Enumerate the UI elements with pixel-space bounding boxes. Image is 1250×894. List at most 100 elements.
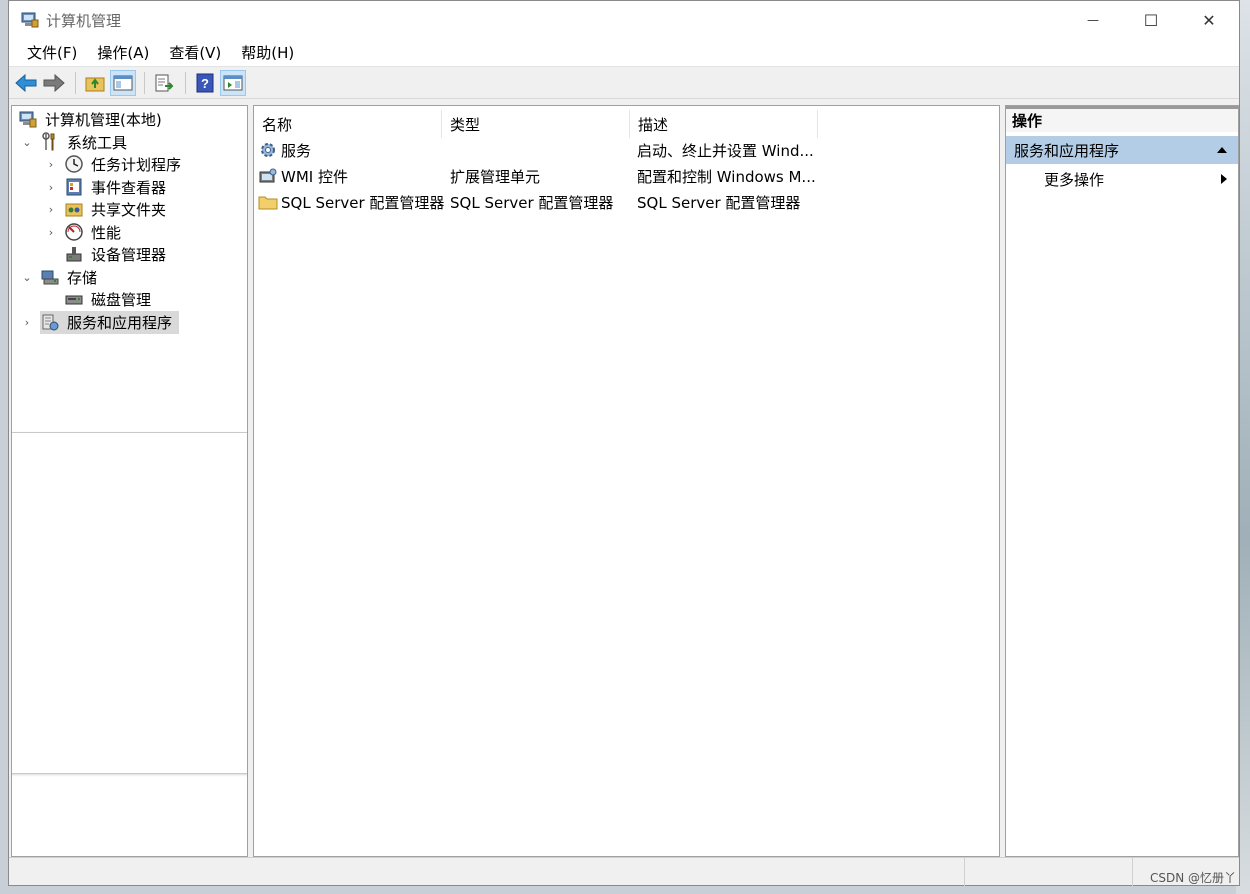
row-type: SQL Server 配置管理器 [450, 193, 614, 212]
tree-item-label: 存储 [67, 268, 98, 287]
more-actions-label: 更多操作 [1044, 170, 1105, 189]
row-description: SQL Server 配置管理器 [637, 193, 801, 212]
expand-chevron-icon[interactable]: › [44, 226, 58, 239]
tree-item-storage[interactable]: ⌄ 存储 [20, 266, 100, 288]
forward-button[interactable] [41, 70, 67, 96]
storage-icon [41, 270, 59, 285]
submenu-arrow-icon [1221, 174, 1227, 184]
actions-section-services-and-applications[interactable]: 服务和应用程序 [1006, 136, 1238, 164]
actions-header: 操作 [1006, 106, 1238, 132]
cell-name: SQL Server 配置管理器 [258, 189, 446, 215]
menu-file[interactable]: 文件(F) [17, 42, 87, 63]
row-type: 扩展管理单元 [450, 167, 541, 186]
tree-item-label: 计算机管理(本地) [45, 110, 162, 129]
column-header-label: 类型 [450, 115, 481, 134]
close-icon: ✕ [1202, 10, 1216, 30]
tree-item-disk-management[interactable]: 磁盘管理 [44, 288, 154, 310]
services-apps-icon [42, 314, 59, 331]
cell-type: 扩展管理单元 [450, 163, 630, 189]
toolbar-separator [75, 71, 76, 94]
folder-up-icon [85, 77, 105, 91]
tree-item-label: 系统工具 [67, 133, 128, 152]
collapse-triangle-icon[interactable] [1216, 146, 1228, 154]
cell-description: 启动、终止并设置 Wind... [637, 137, 817, 163]
cell-description: SQL Server 配置管理器 [637, 189, 817, 215]
tree-item-device-manager[interactable]: 设备管理器 [44, 243, 169, 265]
tree-item-computer-management[interactable]: 计算机管理(本地) [18, 108, 165, 130]
cell-name: 服务 [258, 137, 442, 163]
minimize-button[interactable]: — [1064, 1, 1122, 39]
column-header-description[interactable]: 描述 [630, 110, 818, 138]
expand-chevron-icon[interactable]: › [44, 203, 58, 216]
pane-overlay-artifact [12, 432, 247, 774]
column-header-label: 名称 [262, 115, 293, 134]
export-list-icon [155, 74, 174, 91]
column-header-type[interactable]: 类型 [442, 110, 630, 138]
toolbar-separator [185, 71, 186, 94]
disk-management-icon [65, 295, 83, 305]
list-row-wmi-control[interactable]: WMI 控件 扩展管理单元 配置和控制 Windows M... [258, 163, 998, 189]
device-manager-icon [66, 247, 82, 262]
row-name: 服务 [281, 141, 312, 160]
tree-item-system-tools[interactable]: ⌄ 系统工具 [20, 131, 130, 153]
list-row-services[interactable]: 服务 启动、终止并设置 Wind... [258, 137, 998, 163]
tree-item-label: 设备管理器 [91, 245, 167, 264]
window-title: 计算机管理 [46, 12, 122, 30]
tree-item-event-viewer[interactable]: › 事件查看器 [44, 176, 169, 198]
more-actions-item[interactable]: 更多操作 [1006, 164, 1238, 194]
toolbar-separator [144, 71, 145, 94]
maximize-button[interactable]: ☐ [1122, 1, 1180, 39]
status-segment [9, 858, 965, 886]
computer-management-app-icon [21, 12, 39, 28]
clock-icon [65, 155, 83, 173]
wmi-icon [259, 168, 277, 183]
show-hide-console-tree-button[interactable] [110, 69, 136, 96]
back-arrow-icon [15, 73, 37, 92]
maximize-icon: ☐ [1143, 10, 1159, 30]
back-button[interactable] [13, 70, 39, 96]
cell-type [450, 137, 630, 163]
expand-chevron-icon[interactable]: › [44, 158, 58, 171]
computer-management-window: 计算机管理 — ☐ ✕ 文件(F) 操作(A) 查看(V) 帮助(H) ? 计算… [8, 0, 1240, 886]
tree-item-label: 共享文件夹 [91, 200, 167, 219]
tree-item-task-scheduler[interactable]: › 任务计划程序 [44, 153, 184, 175]
watermark-text: CSDN @忆册丫 [1149, 871, 1236, 885]
expand-chevron-icon[interactable]: › [44, 181, 58, 194]
menu-action[interactable]: 操作(A) [87, 42, 159, 63]
status-bar [9, 857, 1239, 886]
folder-icon [258, 196, 278, 210]
cell-name: WMI 控件 [258, 163, 442, 189]
status-segment [965, 858, 1133, 886]
tree-item-label: 服务和应用程序 [67, 313, 173, 332]
tree-item-performance[interactable]: › 性能 [44, 221, 124, 243]
tree-item-shared-folders[interactable]: › 共享文件夹 [44, 198, 169, 220]
column-header-name[interactable]: 名称 [254, 110, 442, 138]
toolbar: ? [9, 67, 1239, 99]
tree-item-label: 性能 [91, 223, 122, 242]
help-button[interactable]: ? [192, 70, 218, 96]
up-level-button[interactable] [82, 70, 108, 96]
collapse-chevron-icon[interactable]: ⌄ [20, 136, 34, 149]
collapse-chevron-icon[interactable]: ⌄ [20, 271, 34, 284]
row-description: 启动、终止并设置 Wind... [637, 141, 814, 160]
expand-chevron-icon[interactable]: › [20, 316, 34, 329]
close-button[interactable]: ✕ [1180, 1, 1238, 39]
row-name: SQL Server 配置管理器 [281, 193, 445, 212]
performance-icon [65, 223, 83, 241]
list-row-sql-server-config[interactable]: SQL Server 配置管理器 SQL Server 配置管理器 SQL Se… [258, 189, 998, 215]
actions-section-label: 服务和应用程序 [1014, 141, 1120, 160]
show-hide-action-pane-button[interactable] [220, 69, 246, 96]
tree-item-services-and-applications[interactable]: › 服务和应用程序 [20, 310, 180, 334]
console-tree-pane: 计算机管理(本地) ⌄ 系统工具 › 任务计划程序 › 事件查看器 › 共享文件… [11, 105, 248, 857]
menu-view[interactable]: 查看(V) [159, 42, 231, 63]
services-gear-icon [261, 143, 275, 157]
menu-help[interactable]: 帮助(H) [231, 42, 304, 63]
shared-folder-icon [65, 203, 83, 217]
event-viewer-icon [66, 178, 82, 196]
row-name: WMI 控件 [281, 167, 348, 186]
selected-highlight: 服务和应用程序 [40, 310, 180, 334]
forward-arrow-icon [43, 73, 65, 92]
actions-pane: 操作 服务和应用程序 更多操作 [1005, 105, 1239, 857]
export-list-button[interactable] [151, 70, 177, 96]
action-pane-icon [223, 75, 243, 90]
